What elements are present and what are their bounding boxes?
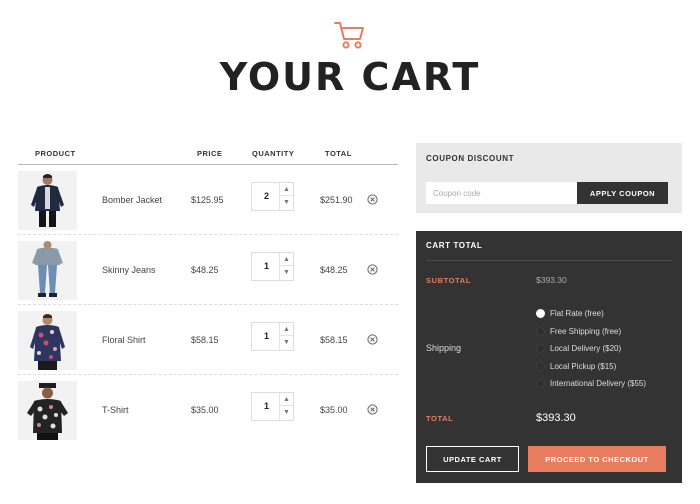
update-cart-button[interactable]: UPDATE CART (426, 446, 519, 472)
row-total: $35.00 (320, 405, 348, 415)
page-header: YOUR CART (0, 18, 700, 100)
shipping-label: Shipping (426, 343, 462, 353)
row-total: $251.90 (320, 195, 353, 205)
cart-table: PRODUCT PRICE QUANTITY TOTAL Bomber Jack… (18, 145, 398, 445)
product-price: $48.25 (191, 265, 219, 275)
apply-coupon-button[interactable]: APPLY COUPON (577, 182, 668, 204)
quantity-increment-icon[interactable]: ▲ (280, 393, 293, 406)
table-row: Bomber Jacket $125.95 2 ▲ ▼ $251.90 (18, 165, 398, 235)
cart-total-title: CART TOTAL (426, 241, 483, 250)
product-price: $35.00 (191, 405, 219, 415)
subtotal-label: SUBTOTAL (426, 276, 471, 285)
quantity-stepper[interactable]: 1 ▲ ▼ (251, 322, 294, 351)
coupon-code-input[interactable] (426, 182, 577, 204)
product-name[interactable]: Floral Shirt (102, 335, 146, 345)
quantity-increment-icon[interactable]: ▲ (280, 183, 293, 196)
remove-item-icon[interactable] (367, 334, 378, 345)
product-name[interactable]: Bomber Jacket (102, 195, 162, 205)
bomber-jacket-product-image[interactable] (18, 171, 77, 230)
radio-selected-icon[interactable] (536, 309, 545, 318)
radio-icon[interactable] (536, 379, 545, 388)
floral-shirt-product-image[interactable] (18, 311, 77, 370)
radio-icon[interactable] (536, 326, 545, 336)
t-shirt-product-image[interactable] (18, 381, 77, 440)
quantity-decrement-icon[interactable]: ▼ (280, 406, 293, 419)
column-header-product: PRODUCT (35, 149, 76, 158)
page-title: YOUR CART (219, 55, 481, 99)
product-price: $58.15 (191, 335, 219, 345)
shipping-option-label[interactable]: Local Delivery ($20) (550, 344, 621, 353)
quantity-decrement-icon[interactable]: ▼ (280, 336, 293, 349)
quantity-increment-icon[interactable]: ▲ (280, 323, 293, 336)
remove-item-icon[interactable] (367, 404, 378, 415)
table-row: Floral Shirt $58.15 1 ▲ ▼ $58.15 (18, 305, 398, 375)
total-label: TOTAL (426, 414, 454, 423)
skinny-jeans-product-image[interactable] (18, 241, 77, 300)
row-total: $58.15 (320, 335, 348, 345)
subtotal-value: $393.30 (536, 275, 567, 285)
quantity-value[interactable]: 1 (252, 401, 281, 411)
remove-item-icon[interactable] (367, 194, 378, 205)
quantity-value[interactable]: 1 (252, 331, 281, 341)
radio-icon[interactable] (536, 344, 545, 353)
quantity-increment-icon[interactable]: ▲ (280, 253, 293, 266)
quantity-decrement-icon[interactable]: ▼ (280, 196, 293, 209)
column-header-total: TOTAL (325, 149, 352, 158)
table-header: PRODUCT PRICE QUANTITY TOTAL (18, 145, 398, 165)
shipping-option-label[interactable]: International Delivery ($55) (550, 379, 646, 388)
shipping-option-label[interactable]: Flat Rate (free) (550, 309, 604, 318)
shipping-option-label[interactable]: Free Shipping (free) (550, 327, 621, 336)
coupon-panel: COUPON DISCOUNT APPLY COUPON (416, 143, 682, 213)
radio-icon[interactable] (536, 361, 545, 371)
quantity-stepper[interactable]: 1 ▲ ▼ (251, 252, 294, 281)
cart-total-panel: CART TOTAL SUBTOTAL $393.30 Shipping Fla… (416, 231, 682, 483)
column-header-quantity: QUANTITY (252, 149, 295, 158)
column-header-price: PRICE (197, 149, 223, 158)
row-total: $48.25 (320, 265, 348, 275)
product-name[interactable]: T-Shirt (102, 405, 129, 415)
quantity-stepper[interactable]: 2 ▲ ▼ (251, 182, 294, 211)
shipping-option-label[interactable]: Local Pickup ($15) (550, 362, 616, 371)
quantity-value[interactable]: 2 (252, 191, 281, 201)
coupon-title: COUPON DISCOUNT (426, 154, 515, 163)
remove-item-icon[interactable] (367, 264, 378, 275)
product-price: $125.95 (191, 195, 224, 205)
product-name[interactable]: Skinny Jeans (102, 265, 156, 275)
table-row: Skinny Jeans $48.25 1 ▲ ▼ $48.25 (18, 235, 398, 305)
quantity-decrement-icon[interactable]: ▼ (280, 266, 293, 279)
shopping-cart-icon (334, 22, 364, 49)
total-value: $393.30 (536, 412, 576, 424)
quantity-value[interactable]: 1 (252, 261, 281, 271)
quantity-stepper[interactable]: 1 ▲ ▼ (251, 392, 294, 421)
table-row: T-Shirt $35.00 1 ▲ ▼ $35.00 (18, 375, 398, 445)
proceed-to-checkout-button[interactable]: PROCEED TO CHECKOUT (528, 446, 666, 472)
divider (426, 260, 672, 261)
